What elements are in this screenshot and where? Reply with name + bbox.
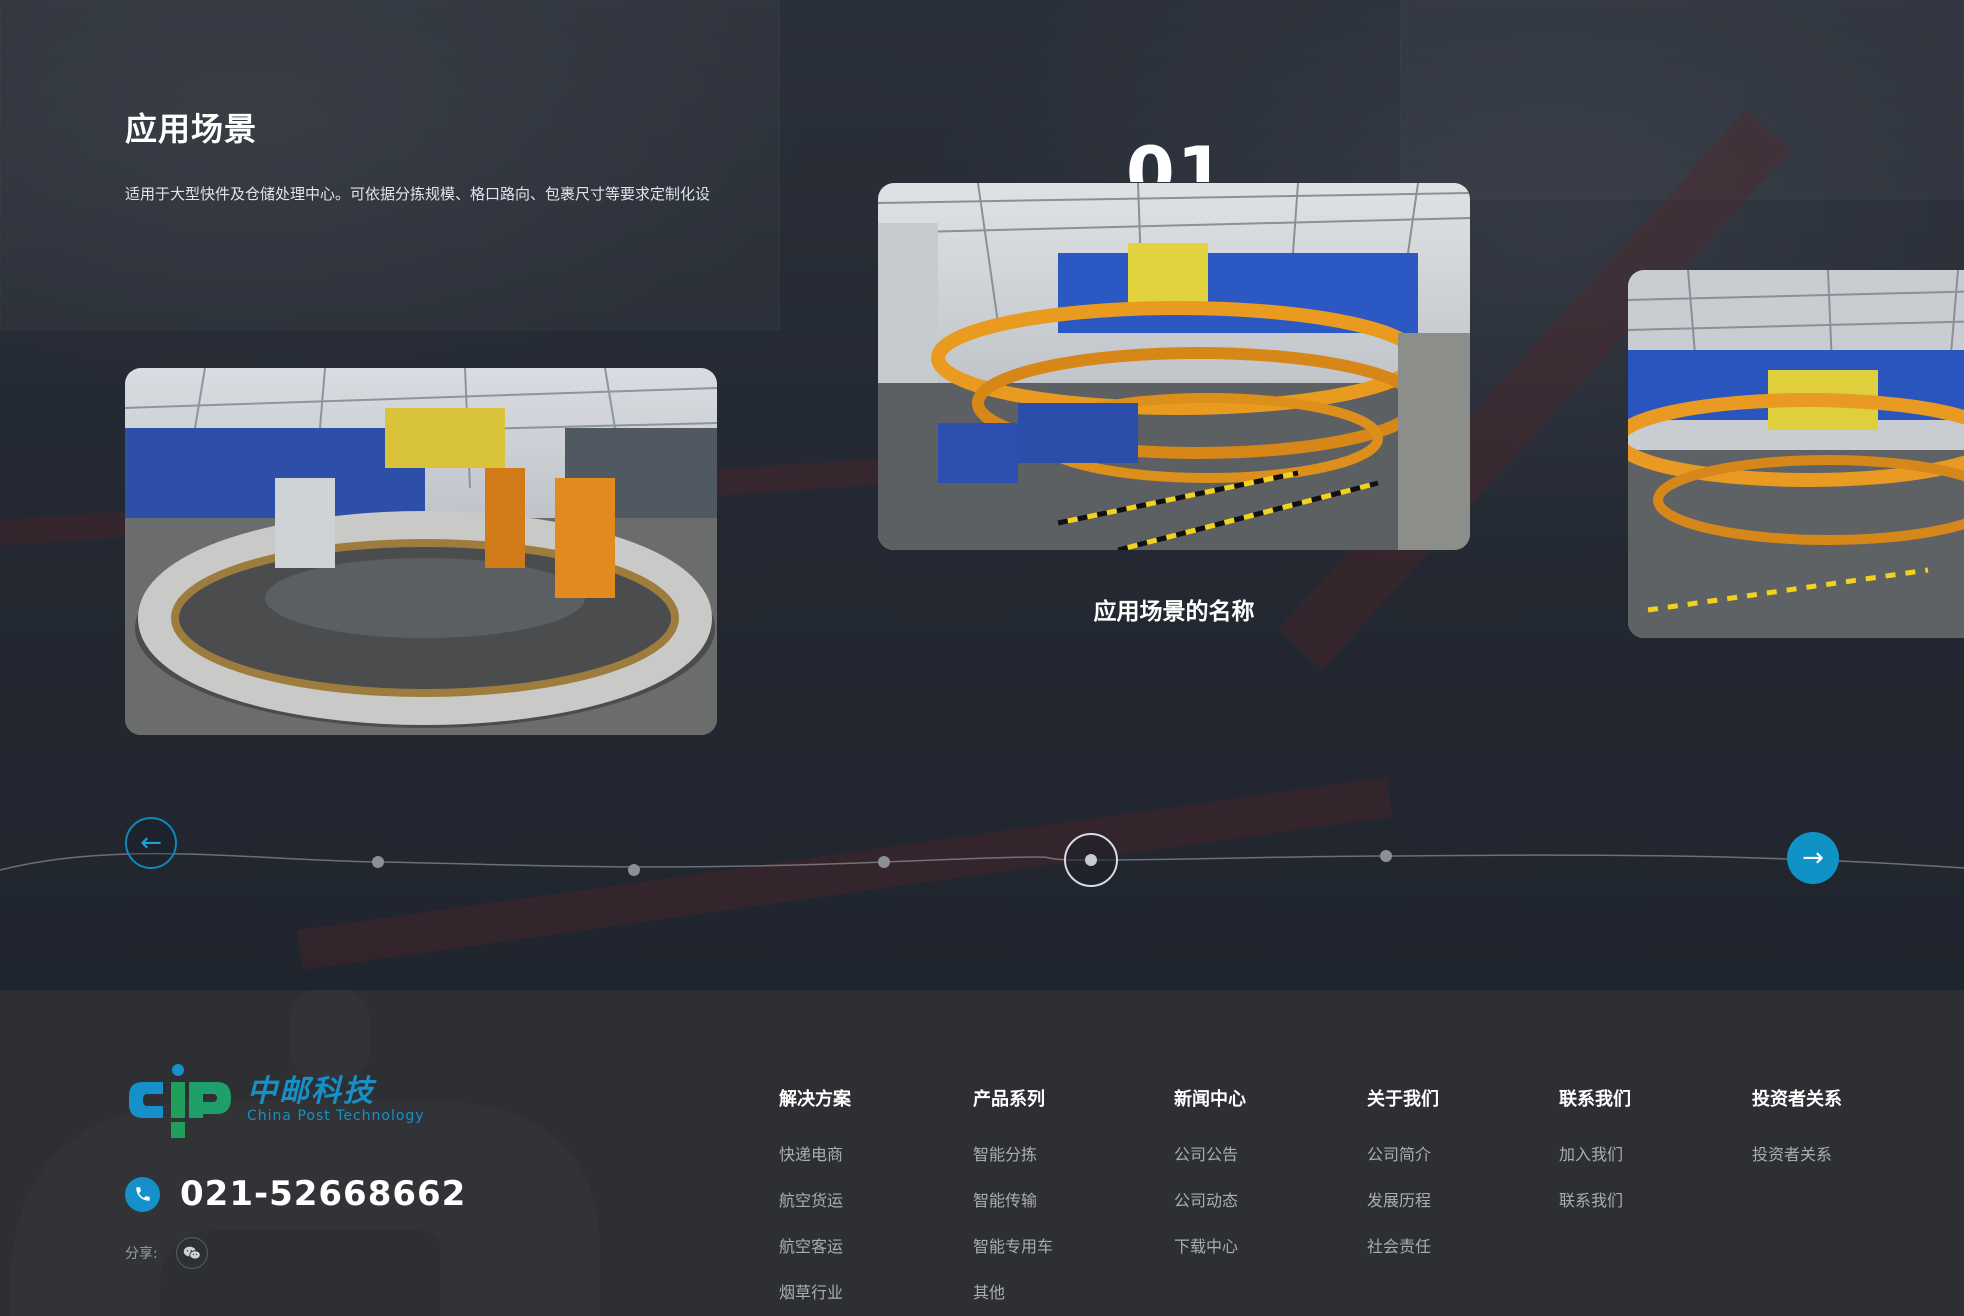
footer-col-investors: 投资者关系 投资者关系 xyxy=(1752,1085,1842,1187)
arrow-right-icon: → xyxy=(1802,843,1824,873)
footer-col-solutions: 解决方案 快递电商 航空货运 航空客运 烟草行业 xyxy=(779,1085,851,1316)
footer-link[interactable]: 智能专用车 xyxy=(973,1233,1053,1257)
wechat-share-button[interactable] xyxy=(175,1237,208,1269)
site-footer: 中邮科技 China Post Technology 021-52668662 … xyxy=(0,990,1964,1316)
scene-caption: 应用场景的名称 xyxy=(1093,599,1255,625)
footer-link[interactable]: 智能传输 xyxy=(973,1187,1053,1211)
phone-icon xyxy=(125,1176,160,1212)
footer-link[interactable]: 加入我们 xyxy=(1559,1141,1631,1165)
footer-col-heading[interactable]: 投资者关系 xyxy=(1752,1085,1842,1111)
phone-number: 021-52668662 xyxy=(180,1174,467,1214)
footer-link[interactable]: 发展历程 xyxy=(1367,1187,1439,1211)
application-scenes-section: 应用场景 适用于大型快件及仓储处理中心。可依据分拣规模、格口路向、包裹尺寸等要求… xyxy=(0,0,1964,990)
prev-slide-button[interactable]: ← xyxy=(125,817,177,869)
footer-col-contact: 联系我们 加入我们 联系我们 xyxy=(1559,1085,1631,1233)
arrow-left-icon: ← xyxy=(140,828,162,858)
timeline-curve xyxy=(0,852,1964,871)
footer-link[interactable]: 投资者关系 xyxy=(1752,1141,1842,1165)
next-slide-button[interactable]: → xyxy=(1787,832,1839,884)
footer-link[interactable]: 航空货运 xyxy=(779,1187,851,1211)
footer-col-about: 关于我们 公司简介 发展历程 社会责任 xyxy=(1367,1085,1439,1279)
footer-col-heading[interactable]: 新闻中心 xyxy=(1174,1085,1246,1111)
footer-link[interactable]: 快递电商 xyxy=(779,1141,851,1165)
slide-index: 01 xyxy=(1126,132,1228,182)
timeline-dot-active[interactable] xyxy=(1064,833,1118,887)
share-row: 分享: xyxy=(125,1237,208,1269)
footer-col-news: 新闻中心 公司公告 公司动态 下载中心 xyxy=(1174,1085,1246,1279)
company-logo[interactable]: 中邮科技 China Post Technology xyxy=(125,1060,425,1140)
scene-card-previous[interactable] xyxy=(125,368,717,735)
timeline-dot-2[interactable] xyxy=(628,864,640,876)
cjp-logo-mark xyxy=(129,1064,231,1138)
footer-col-products: 产品系列 智能分拣 智能传输 智能专用车 其他 xyxy=(973,1085,1053,1316)
footer-link[interactable]: 公司公告 xyxy=(1174,1141,1246,1165)
spiral-conveyor-image xyxy=(878,183,1470,550)
logo-english-name: China Post Technology xyxy=(247,1108,425,1124)
timeline-dot-3[interactable] xyxy=(878,856,890,868)
footer-col-heading[interactable]: 联系我们 xyxy=(1559,1085,1631,1111)
footer-link[interactable]: 公司简介 xyxy=(1367,1141,1439,1165)
timeline-dot-5[interactable] xyxy=(1380,850,1392,862)
watermark-logo-shape xyxy=(0,990,700,1316)
share-label: 分享: xyxy=(125,1246,158,1262)
footer-link[interactable]: 烟草行业 xyxy=(779,1279,851,1303)
footer-link[interactable]: 智能分拣 xyxy=(973,1141,1053,1165)
footer-link[interactable]: 航空客运 xyxy=(779,1233,851,1257)
logo-chinese-name: 中邮科技 xyxy=(247,1074,375,1109)
scene-card-active[interactable] xyxy=(878,183,1470,550)
sorting-loop-image xyxy=(125,368,717,735)
contact-phone: 021-52668662 xyxy=(125,1174,466,1214)
footer-link[interactable]: 社会责任 xyxy=(1367,1233,1439,1257)
footer-col-heading[interactable]: 关于我们 xyxy=(1367,1085,1439,1111)
footer-link[interactable]: 其他 xyxy=(973,1279,1053,1303)
footer-col-heading[interactable]: 产品系列 xyxy=(973,1085,1053,1111)
section-title: 应用场景 xyxy=(125,110,258,148)
footer-link[interactable]: 联系我们 xyxy=(1559,1187,1631,1211)
wechat-icon xyxy=(183,1246,201,1260)
conveyor-overview-image xyxy=(1628,270,1964,638)
footer-link[interactable]: 公司动态 xyxy=(1174,1187,1246,1211)
scene-card-next[interactable] xyxy=(1628,270,1964,638)
timeline-dot-1[interactable] xyxy=(372,856,384,868)
slide-timeline xyxy=(0,800,1964,920)
section-description: 适用于大型快件及仓储处理中心。可依据分拣规模、格口路向、包裹尺寸等要求定制化设 xyxy=(125,185,711,203)
footer-link[interactable]: 下载中心 xyxy=(1174,1233,1246,1257)
footer-col-heading[interactable]: 解决方案 xyxy=(779,1085,851,1111)
